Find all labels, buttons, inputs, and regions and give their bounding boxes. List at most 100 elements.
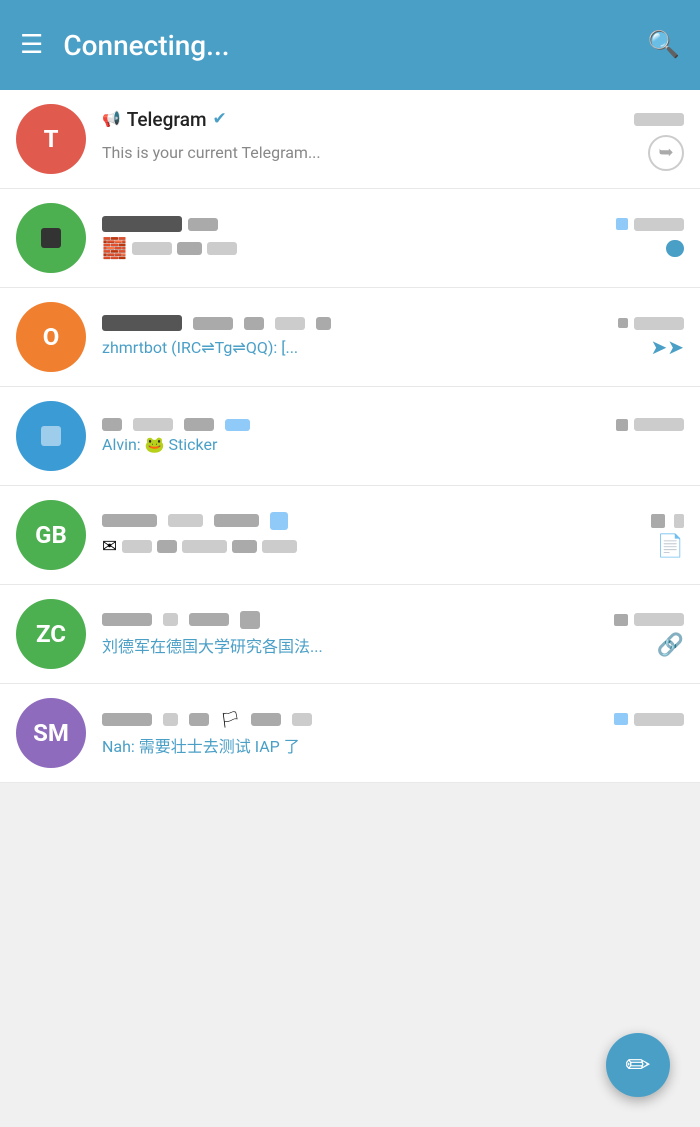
chat-bottom-row: Nah: 需要壮士去测试 IAP 了 xyxy=(102,733,684,757)
pb1 xyxy=(132,242,172,255)
avatar: O xyxy=(16,302,86,372)
search-icon[interactable]: 🔍 xyxy=(648,30,680,60)
chat-item[interactable]: O zhmrtbot (IRC⇌Tg⇌QQ): [... xyxy=(0,288,700,387)
avatar-letter: T xyxy=(44,125,59,153)
chat-bottom-row: This is your current Telegram... ➥ xyxy=(102,135,684,171)
chat-name-row: 🏳 xyxy=(102,710,312,729)
avatar-icon xyxy=(41,426,61,446)
chat-content: zhmrtbot (IRC⇌Tg⇌QQ): [... ➤➤ xyxy=(102,315,684,359)
nb3 xyxy=(189,713,209,726)
chat-time-blurred xyxy=(634,418,684,431)
chat-bottom-row: zhmrtbot (IRC⇌Tg⇌QQ): [... ➤➤ xyxy=(102,335,684,359)
forward-button[interactable]: ➥ xyxy=(648,135,684,171)
nb6 xyxy=(292,713,312,726)
compose-fab[interactable]: ✏ xyxy=(606,1033,670,1097)
chat-name-blurred-5 xyxy=(316,317,331,330)
nb2 xyxy=(133,418,173,431)
avatar-letter: SM xyxy=(33,719,69,747)
chat-top-row xyxy=(102,611,684,629)
chat-meta-right xyxy=(614,613,684,626)
chat-name-row xyxy=(102,216,218,232)
chat-name-row: 📢 Telegram ✔ xyxy=(102,108,227,131)
chat-top-row xyxy=(102,418,684,431)
avatar-icon xyxy=(41,228,61,248)
chat-name-blurred xyxy=(102,315,182,331)
chat-time-blurred xyxy=(634,713,684,726)
chat-preview: This is your current Telegram... xyxy=(102,143,648,162)
chat-meta-right xyxy=(616,218,684,231)
unread-meta: ​ xyxy=(666,240,684,257)
attach-meta: 📄 xyxy=(657,534,684,559)
attachment-icon: 📄 xyxy=(657,534,684,559)
avatar: ZC xyxy=(16,599,86,669)
chat-name-blurred-4 xyxy=(275,317,305,330)
emoji-flag: 🏳 xyxy=(220,710,240,729)
chat-name-blurred-2 xyxy=(188,218,218,231)
pb2 xyxy=(157,540,177,553)
nb1 xyxy=(102,514,157,527)
verified-icon: ✔ xyxy=(213,109,227,129)
preview-blurred: ✉ xyxy=(102,536,297,557)
pb2 xyxy=(177,242,202,255)
chat-name-blurred-2 xyxy=(193,317,233,330)
chat-content: 🧱 ​ xyxy=(102,216,684,260)
avatar: SM xyxy=(16,698,86,768)
chat-preview: zhmrtbot (IRC⇌Tg⇌QQ): [... xyxy=(102,338,642,357)
pb4 xyxy=(232,540,257,553)
chat-name-blurred-3 xyxy=(244,317,264,330)
chat-name-row xyxy=(102,611,260,629)
avatar: T xyxy=(16,104,86,174)
pb5 xyxy=(262,540,297,553)
chat-meta-right xyxy=(618,317,684,330)
chat-name-blurred xyxy=(102,216,182,232)
pb1 xyxy=(122,540,152,553)
chat-top-row: 🏳 xyxy=(102,710,684,729)
chat-bottom-row: 刘德军在德国大学研究各国法... 🔗 xyxy=(102,633,684,658)
chat-top-row xyxy=(102,216,684,232)
nb3 xyxy=(189,613,229,626)
nb4 xyxy=(270,512,288,530)
chat-item[interactable]: Alvin: 🐸 Sticker xyxy=(0,387,700,486)
chat-list: T 📢 Telegram ✔ This is your current Tele… xyxy=(0,90,700,783)
status-indicator xyxy=(616,218,628,230)
status-dot xyxy=(651,514,665,528)
chat-content: 📢 Telegram ✔ This is your current Telegr… xyxy=(102,108,684,171)
nb2 xyxy=(168,514,203,527)
nb1 xyxy=(102,713,152,726)
chat-preview: Alvin: 🐸 Sticker xyxy=(102,435,684,454)
pb3 xyxy=(182,540,227,553)
nb3 xyxy=(214,514,259,527)
chat-name-row xyxy=(102,512,288,530)
app-header: ☰ Connecting... 🔍 xyxy=(0,0,700,90)
avatar xyxy=(16,401,86,471)
chat-meta-right xyxy=(616,418,684,431)
attach-meta: 🔗 xyxy=(657,633,684,658)
status-dot xyxy=(614,614,628,626)
nb1 xyxy=(102,613,152,626)
status-dot2 xyxy=(674,514,684,528)
chat-item[interactable]: 🧱 ​ xyxy=(0,189,700,288)
chat-content: Alvin: 🐸 Sticker xyxy=(102,418,684,454)
avatar-letter: ZC xyxy=(36,620,66,648)
nb3 xyxy=(184,418,214,431)
nb2 xyxy=(163,713,178,726)
nb1 xyxy=(102,418,122,431)
preview-blurred: 🧱 xyxy=(102,236,237,260)
menu-icon[interactable]: ☰ xyxy=(20,32,43,58)
chat-item[interactable]: GB ✉ xyxy=(0,486,700,585)
chat-item[interactable]: SM 🏳 Nah: 需要壮士去测试 IAP 了 xyxy=(0,684,700,783)
chat-name-row xyxy=(102,418,250,431)
chat-content: ✉ 📄 xyxy=(102,512,684,559)
chat-bottom-row: Alvin: 🐸 Sticker xyxy=(102,435,684,454)
chat-item[interactable]: ZC 刘德军在德国大学研究各国法... 🔗 xyxy=(0,585,700,684)
nb2 xyxy=(163,613,178,626)
chat-top-row xyxy=(102,512,684,530)
unread-meta: ➤➤ xyxy=(650,335,684,359)
nb4 xyxy=(225,419,250,431)
unread-icon: ➤➤ xyxy=(650,335,684,359)
avatar xyxy=(16,203,86,273)
chat-top-row: 📢 Telegram ✔ xyxy=(102,108,684,131)
nb5 xyxy=(251,713,281,726)
chat-time-blurred xyxy=(634,113,684,126)
chat-item[interactable]: T 📢 Telegram ✔ This is your current Tele… xyxy=(0,90,700,189)
